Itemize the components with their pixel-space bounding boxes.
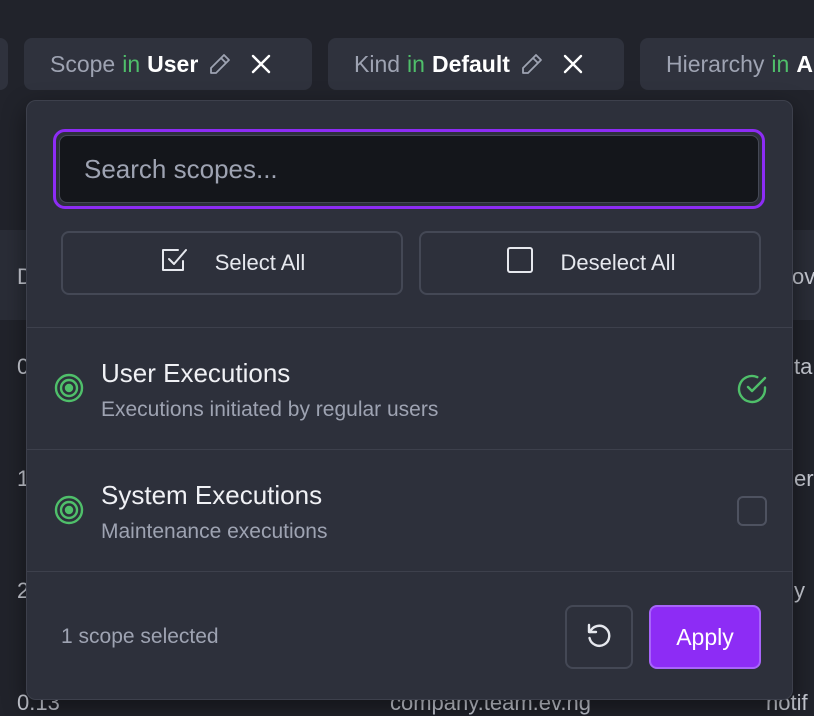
divider xyxy=(27,571,792,572)
check-circle-icon[interactable] xyxy=(735,372,769,411)
filter-field: Kind xyxy=(354,50,401,77)
search-field-wrapper xyxy=(53,129,765,209)
search-input[interactable] xyxy=(59,135,759,203)
selection-summary: 1 scope selected xyxy=(61,625,219,648)
column-header: ov xyxy=(792,264,814,289)
select-all-button[interactable]: Select All xyxy=(61,231,403,295)
option-title: System Executions xyxy=(101,480,323,510)
reset-icon xyxy=(584,620,614,655)
filter-operator: in xyxy=(407,50,425,77)
filter-field: Scope xyxy=(50,50,116,77)
pencil-icon[interactable] xyxy=(208,52,232,76)
option-description: Maintenance executions xyxy=(101,520,328,543)
scope-filter-dropdown: Select All Deselect All User Executions … xyxy=(26,100,793,700)
table-cell: ta xyxy=(794,354,813,379)
target-icon xyxy=(53,372,85,409)
filter-value: Default xyxy=(431,50,510,77)
filter-chip-partial[interactable] xyxy=(0,38,8,90)
table-cell: er xyxy=(794,466,814,491)
filter-operator: in xyxy=(122,50,141,77)
filter-chip-kind[interactable]: Kind in Default xyxy=(328,38,624,90)
filter-chip-scope[interactable]: Scope in User xyxy=(24,38,312,90)
filter-value: A xyxy=(796,50,813,77)
pencil-icon[interactable] xyxy=(520,52,544,76)
target-icon xyxy=(53,494,85,531)
option-description: Executions initiated by regular users xyxy=(101,398,439,421)
table-cell: y xyxy=(794,578,805,603)
filter-operator: in xyxy=(771,50,790,77)
checkbox-empty-icon[interactable] xyxy=(737,496,767,526)
option-system-executions[interactable]: System Executions Maintenance executions xyxy=(27,450,792,570)
filter-chip-hierarchy[interactable]: Hierarchy in A xyxy=(640,38,814,90)
checkbox-empty-icon xyxy=(505,245,535,281)
apply-button[interactable]: Apply xyxy=(649,605,761,669)
select-all-label: Select All xyxy=(214,250,306,275)
deselect-all-button[interactable]: Deselect All xyxy=(419,231,761,295)
checkbox-checked-icon xyxy=(159,245,189,281)
filter-bar: Scope in User Kind in Default Hierarchy … xyxy=(0,0,814,100)
filter-value: User xyxy=(147,50,199,77)
deselect-all-label: Deselect All xyxy=(560,250,676,275)
filter-field: Hierarchy xyxy=(666,50,765,77)
close-icon[interactable] xyxy=(250,53,272,75)
close-icon[interactable] xyxy=(562,53,584,75)
option-title: User Executions xyxy=(101,358,291,388)
option-user-executions[interactable]: User Executions Executions initiated by … xyxy=(27,328,792,448)
reset-button[interactable] xyxy=(565,605,633,669)
